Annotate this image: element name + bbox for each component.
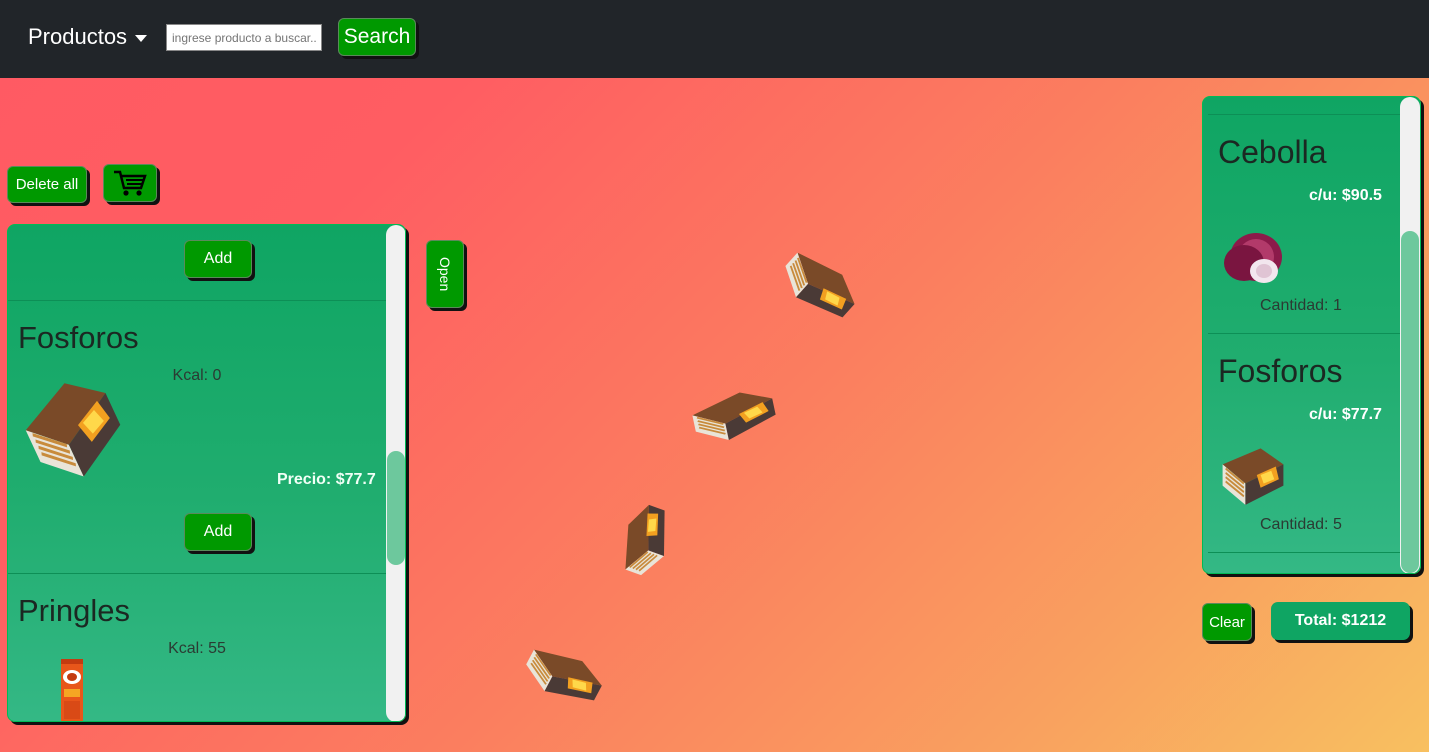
products-dropdown[interactable]: Productos: [28, 24, 148, 50]
open-button-label: Open: [437, 256, 453, 292]
product-name: Pringles: [18, 593, 130, 628]
cart-item-unit-price: c/u: $77.7: [1309, 406, 1382, 423]
scrollbar-thumb[interactable]: [1401, 231, 1419, 573]
cart-item-quantity: Cantidad: 5: [1260, 516, 1342, 533]
onion-image: [1224, 233, 1282, 283]
navbar: Productos Search: [0, 0, 1429, 78]
scrollbar[interactable]: [1400, 97, 1420, 573]
product-name: Fosforos: [18, 320, 139, 355]
clear-button[interactable]: Clear: [1202, 603, 1252, 641]
cart-icon: [114, 170, 147, 196]
cart-item-unit-price: c/u: $90.5: [1309, 187, 1382, 204]
delete-all-button[interactable]: Delete all: [7, 166, 87, 203]
product-price: Precio: $77.7: [277, 471, 376, 488]
open-button[interactable]: Open: [426, 240, 464, 308]
cart-item-name: Fosforos: [1218, 353, 1343, 389]
add-button[interactable]: Add: [184, 240, 252, 278]
scrollbar[interactable]: [386, 225, 405, 721]
cart-panel[interactable]: Cebolla c/u: $90.5 Cantidad: 1 Fosforos …: [1202, 96, 1421, 574]
cart-item-quantity: Cantidad: 1: [1260, 297, 1342, 314]
add-button[interactable]: Add: [184, 513, 252, 551]
matchbox-decoration: [679, 380, 789, 450]
search-button[interactable]: Search: [338, 18, 416, 56]
scrollbar-thumb[interactable]: [387, 451, 405, 565]
products-dropdown-label: Productos: [28, 24, 128, 49]
product-kcal: Kcal: 55: [168, 640, 226, 657]
total-label: Total: $1212: [1271, 602, 1410, 640]
divider: [1208, 114, 1400, 115]
cart-item-name: Cebolla: [1218, 134, 1327, 170]
matchbox-decoration: [766, 233, 873, 337]
divider: [1208, 333, 1400, 334]
caret-down-icon: [135, 34, 148, 42]
product-list-panel[interactable]: Add Fosforos Kcal: 0 Precio: $77.7 Add P…: [7, 224, 406, 722]
divider: [8, 573, 386, 574]
matchbox-image: [1215, 443, 1291, 507]
matchbox-decoration: [607, 491, 683, 589]
search-input[interactable]: [166, 24, 322, 51]
pringles-can-image: [61, 659, 83, 721]
cart-button[interactable]: [103, 164, 157, 202]
matchbox-decoration: [510, 630, 618, 719]
divider: [1208, 552, 1400, 553]
divider: [8, 300, 386, 301]
